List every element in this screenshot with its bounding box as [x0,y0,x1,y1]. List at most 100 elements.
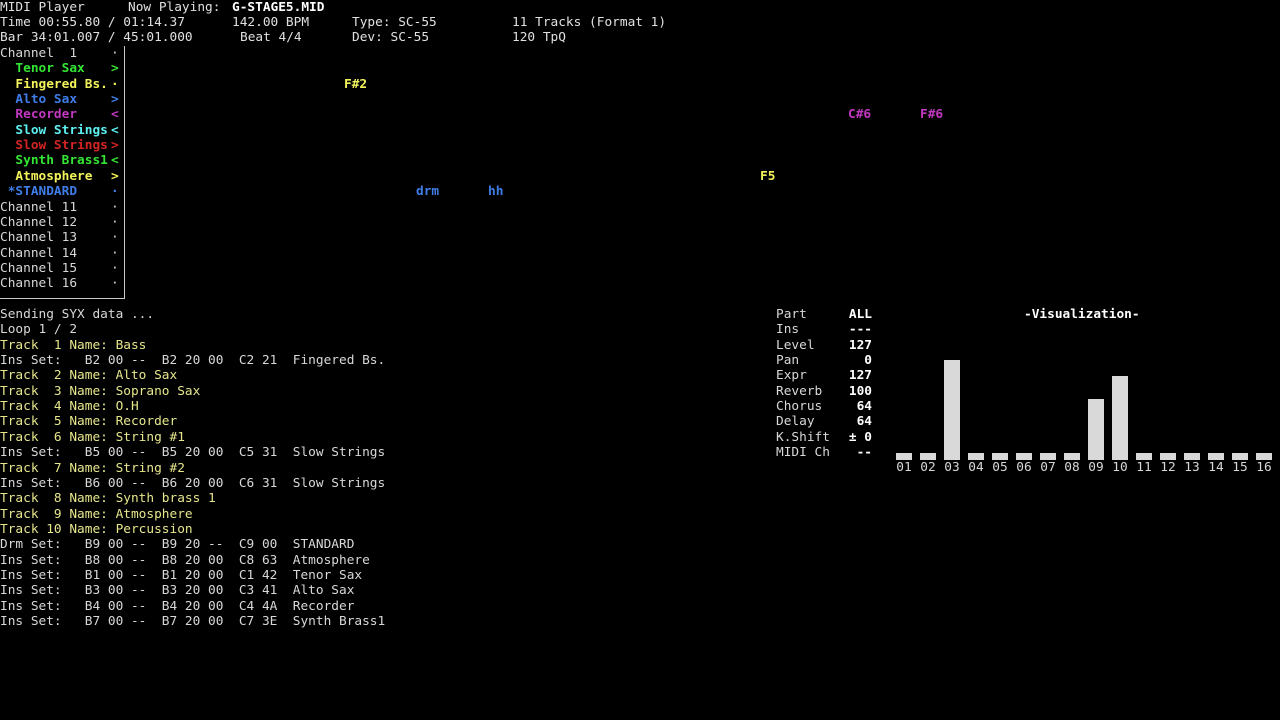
level-bar [1256,453,1272,460]
param-value: 0 [864,353,872,369]
param-value: 127 [848,368,872,384]
bar-channel-label: 13 [1184,460,1200,475]
note-label: C#6 [848,107,872,122]
log-line: Ins Set: B8 00 -- B8 20 00 C8 63 Atmosph… [0,552,370,568]
log-line: Ins Set: B6 00 -- B6 20 00 C6 31 Slow St… [0,475,386,491]
channel-name: Channel 11 [0,199,78,215]
channel-activity-marker: · [111,230,119,246]
note-label: F#2 [344,77,368,92]
level-bar [1064,453,1080,460]
log-line: Ins Set: B2 00 -- B2 20 00 C2 21 Fingere… [0,353,386,369]
channel-activity-marker: > [111,92,119,108]
channel-row: Recorder < [0,107,122,122]
level-bar [944,360,960,460]
channel-activity-marker: > [111,168,119,184]
channel-name: Synth Brass1 [0,153,108,169]
channel-name: Channel 16 [0,276,78,292]
channel-row: Channel 16 · [0,276,122,291]
channel-name: Slow Strings [0,138,108,154]
channel-activity-marker: · [111,76,119,92]
param-value: ALL [848,307,872,322]
bar-readout: Bar 34:01.007 / 45:01.000 [0,30,193,45]
bar-channel-label: 08 [1064,460,1080,475]
log-line: Drm Set: B9 00 -- B9 20 -- C9 00 STANDAR… [0,537,355,553]
track-name-line: Track 3 Name: Soprano Sax [0,383,201,399]
level-bar [1136,453,1152,460]
param-label: Ins [776,322,800,338]
channel-name: Channel 13 [0,230,78,246]
param-label: Reverb [776,383,823,399]
track-name-line: Track 4 Name: O.H [0,399,139,415]
level-bar [1184,453,1200,460]
level-bar [992,453,1008,460]
bar-channel-label: 03 [944,460,960,475]
level-bar [1016,453,1032,460]
channel-name: Fingered Bs. [0,76,108,92]
param-label: MIDI Ch [776,445,830,461]
param-value: --- [848,322,872,338]
level-bar [1232,453,1248,460]
param-label: Expr [776,368,807,384]
channel-name: Channel 12 [0,214,78,230]
tracks-readout: 11 Tracks (Format 1) [512,15,667,30]
bar-channel-label: 16 [1256,460,1272,475]
level-bar [968,453,984,460]
param-label: K.Shift [776,429,830,445]
param-label: Delay [776,414,815,430]
log-line: Ins Set: B1 00 -- B1 20 00 C1 42 Tenor S… [0,567,363,583]
channel-name: Recorder [0,107,78,123]
channel-activity-marker: · [111,214,119,230]
param-value: 100 [848,383,872,399]
channel-row: Atmosphere > [0,169,122,184]
note-label: drm [416,184,440,199]
param-label: Part [776,307,807,322]
bar-channel-label: 14 [1208,460,1224,475]
param-value: 64 [856,399,872,415]
channel-row: Slow Strings > [0,138,122,153]
channel-activity-marker: < [111,107,119,123]
bar-channel-label: 11 [1136,460,1152,475]
track-name-line: Track 2 Name: Alto Sax [0,368,178,384]
channel-row: Slow Strings < [0,123,122,138]
channel-list: Channel 1 · Tenor Sax > Fingered Bs. · Alto… [0,46,125,299]
channel-row: Channel 15 · [0,261,122,276]
bar-channel-label: 09 [1088,460,1104,475]
param-label: Chorus [776,399,823,415]
now-playing-label: Now Playing: [128,0,221,15]
channel-name: Channel 1 [0,46,78,61]
level-bar [896,453,912,460]
file-name: G-STAGE5.MID [232,0,325,15]
track-name-line: Track 9 Name: Atmosphere [0,506,193,522]
track-name-line: Track 6 Name: String #1 [0,429,185,445]
param-value: ± 0 [848,429,872,445]
bar-channel-label: 12 [1160,460,1176,475]
level-bar [1208,453,1224,460]
log-line: Ins Set: B7 00 -- B7 20 00 C7 3E Synth B… [0,614,386,629]
bar-channel-label: 06 [1016,460,1032,475]
channel-row: Synth Brass1 < [0,153,122,168]
track-name-line: Track 5 Name: Recorder [0,414,178,430]
level-bar [1088,399,1104,460]
beat-readout: Beat 4/4 [240,30,302,45]
bar-channel-label: 04 [968,460,984,475]
param-label: Pan [776,353,800,369]
channel-name: Tenor Sax [0,61,85,77]
channel-row: *STANDARD · [0,184,122,199]
log-line: Ins Set: B3 00 -- B3 20 00 C3 41 Alto Sa… [0,583,355,599]
type-readout: Type: SC-55 [352,15,437,30]
bar-channel-label: 02 [920,460,936,475]
channel-row: Channel 13 · [0,230,122,245]
param-value: 64 [856,414,872,430]
level-bar [1160,453,1176,460]
channel-activity-marker: > [111,61,119,77]
bar-channel-label: 05 [992,460,1008,475]
channel-row: Fingered Bs. · [0,77,122,92]
channel-row: Channel 14 · [0,246,122,261]
channel-row: Channel 11 · [0,200,122,215]
tpq-readout: 120 TpQ [512,30,566,45]
track-name-line: Track 1 Name: Bass [0,337,147,353]
log-line: Ins Set: B5 00 -- B5 20 00 C5 31 Slow St… [0,445,386,461]
visualization-title: -Visualization- [1024,307,1140,322]
param-value: -- [856,445,872,461]
channel-row: Tenor Sax > [0,61,122,76]
